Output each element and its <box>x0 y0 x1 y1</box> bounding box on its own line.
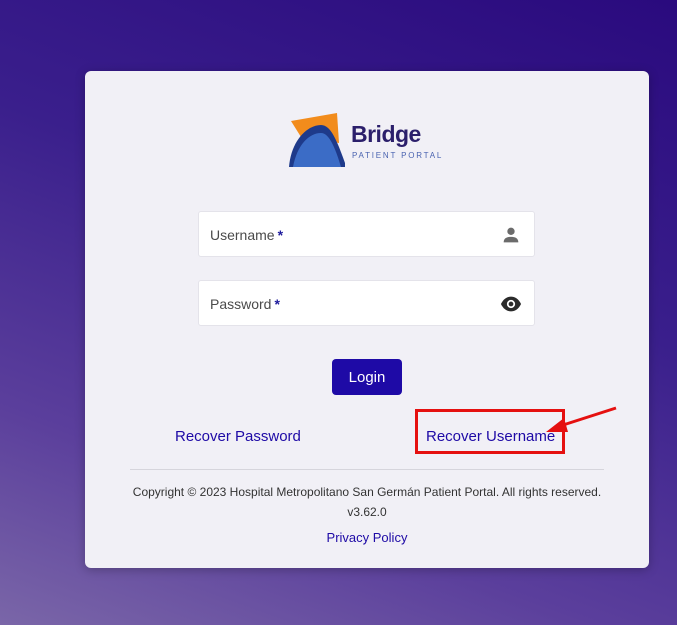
password-field[interactable]: Password * <box>198 280 538 327</box>
username-field[interactable]: Username * <box>198 211 538 258</box>
privacy-policy-link[interactable]: Privacy Policy <box>85 530 649 545</box>
eye-icon[interactable] <box>500 293 522 315</box>
bridge-logo: Bridge PATIENT PORTAL <box>287 111 457 171</box>
logo-title: Bridge <box>351 121 421 147</box>
recover-password-link[interactable]: Recover Password <box>175 428 301 445</box>
person-icon <box>503 227 519 243</box>
password-input[interactable] <box>199 281 538 327</box>
copyright-text: Copyright © 2023 Hospital Metropolitano … <box>132 485 602 499</box>
annotation-arrow-icon <box>546 406 617 432</box>
login-button[interactable]: Login <box>332 359 402 395</box>
logo-subtitle: PATIENT PORTAL <box>352 151 444 160</box>
version-text: v3.62.0 <box>347 505 387 519</box>
bridge-logo-icon <box>289 113 345 167</box>
username-input[interactable] <box>199 212 538 258</box>
login-card: Bridge PATIENT PORTAL Username * Password… <box>85 71 649 568</box>
divider <box>130 469 604 470</box>
